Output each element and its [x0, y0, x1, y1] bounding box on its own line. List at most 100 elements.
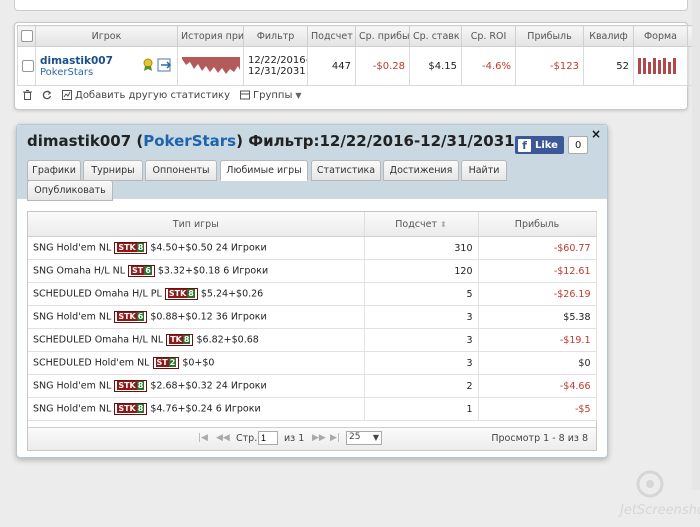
first-page-icon[interactable]: |◀	[198, 433, 208, 443]
game-detail: $6.82+$0.68	[196, 335, 258, 346]
game-count: 5	[364, 283, 478, 306]
page-size-value: 25	[349, 432, 360, 442]
game-type-cell: SCHEDULED Omaha H/L PL STK8 $5.24+$0.26	[28, 283, 364, 306]
avg-roi-value: -4.6%	[462, 47, 516, 86]
game-profit: $0	[478, 352, 596, 375]
next-page-icon[interactable]: ▶▶	[312, 433, 326, 443]
trash-icon[interactable]	[23, 90, 32, 100]
col-player[interactable]: Игрок	[36, 26, 178, 47]
chevron-down-icon: ▼	[373, 433, 379, 442]
player-cell: dimastik007 PokerStars	[36, 47, 178, 86]
select-all-checkbox[interactable]	[18, 26, 36, 47]
page-size-select[interactable]: 25 ▼	[346, 431, 382, 445]
game-prefix: SCHEDULED Hold'em NL	[33, 358, 149, 369]
watermark-text: JetScreenshot	[617, 503, 700, 518]
col-history[interactable]: История при	[178, 26, 244, 47]
game-prefix: SNG Hold'em NL	[33, 404, 111, 415]
page-of-label: из 1	[284, 433, 304, 444]
grid-header-row: Тип игры Подсчет ⬍ Прибыль	[28, 212, 596, 237]
col-count[interactable]: Подсчет	[308, 26, 356, 47]
add-stat-button[interactable]: Добавить другую статистику	[62, 90, 230, 101]
col-qualif[interactable]: Квалиф	[584, 26, 634, 47]
col-filter[interactable]: Фильтр	[244, 26, 308, 47]
game-count: 3	[364, 329, 478, 352]
game-badge: STK8	[114, 242, 147, 254]
player-name-link[interactable]: dimastik007	[40, 55, 113, 67]
game-detail: $0.88+$0.12 36 Игроки	[150, 312, 266, 323]
refresh-icon[interactable]	[42, 90, 52, 100]
game-profit: -$26.19	[478, 283, 596, 306]
tab-charts[interactable]: Графики	[27, 160, 81, 181]
prev-page-icon[interactable]: ◀◀	[216, 433, 230, 443]
game-row[interactable]: SNG Hold'em NL STK8 $4.76+$0.24 6 Игроки…	[28, 398, 596, 421]
player-site-link[interactable]: PokerStars	[40, 67, 113, 78]
groups-dropdown[interactable]: Группы ▼	[240, 90, 302, 101]
page-label: Стр.	[236, 433, 257, 444]
fb-like-button[interactable]: f Like	[515, 136, 564, 154]
player-stats-table: Игрок История при Фильтр Подсчет Ср. при…	[17, 25, 700, 86]
add-stat-label: Добавить другую статистику	[75, 90, 230, 101]
groups-icon	[240, 90, 250, 100]
dialog-player-name: dimastik007	[27, 132, 131, 150]
col-game-profit[interactable]: Прибыль	[478, 212, 596, 237]
game-count: 3	[364, 352, 478, 375]
col-game-count[interactable]: Подсчет ⬍	[364, 212, 478, 237]
game-profit: -$5	[478, 398, 596, 421]
col-avg-stake[interactable]: Ср. ставк	[410, 26, 462, 47]
game-badge: STK8	[114, 403, 147, 415]
game-badge: STK6	[114, 311, 147, 323]
game-row[interactable]: SCHEDULED Omaha H/L PL STK8 $5.24+$0.265…	[28, 283, 596, 306]
game-prefix: SNG Omaha H/L NL	[33, 266, 125, 277]
game-detail: $5.24+$0.26	[201, 289, 263, 300]
col-game-type[interactable]: Тип игры	[28, 212, 364, 237]
player-toolbar: Добавить другую статистику Группы ▼	[17, 85, 685, 105]
award-icon[interactable]	[142, 58, 154, 75]
game-row[interactable]: SCHEDULED Omaha H/L NL TK8 $6.82+$0.683-…	[28, 329, 596, 352]
game-type-cell: SNG Hold'em NL STK6 $0.88+$0.12 36 Игрок…	[28, 306, 364, 329]
col-form[interactable]: Форма	[634, 26, 688, 47]
form-bars	[634, 47, 688, 86]
tab-opponents[interactable]: Оппоненты	[145, 160, 217, 181]
game-count: 1	[364, 398, 478, 421]
game-prefix: SCHEDULED Omaha H/L NL	[33, 335, 163, 346]
watermark-logo: JetScreenshot	[596, 470, 700, 524]
game-row[interactable]: SNG Hold'em NL STK6 $0.88+$0.12 36 Игрок…	[28, 306, 596, 329]
avg-stake-value: $4.15	[410, 47, 462, 86]
page-input[interactable]	[258, 431, 278, 445]
row-checkbox[interactable]	[18, 47, 36, 86]
game-type-cell: SNG Hold'em NL STK8 $4.76+$0.24 6 Игроки	[28, 398, 364, 421]
col-game-count-label: Подсчет	[395, 219, 437, 230]
game-row[interactable]: SCHEDULED Hold'em NL ST2 $0+$03$0	[28, 352, 596, 375]
game-profit: $5.38	[478, 306, 596, 329]
facebook-icon: f	[518, 139, 531, 152]
last-page-icon[interactable]: ▶|	[330, 433, 340, 443]
history-sparkline[interactable]	[178, 47, 244, 86]
col-avg-roi[interactable]: Ср. ROI	[462, 26, 516, 47]
game-badge: STK8	[165, 288, 198, 300]
tab-statistics[interactable]: Статистика	[311, 160, 381, 181]
game-detail: $4.50+$0.50 24 Игроки	[150, 243, 266, 254]
tab-publish[interactable]: Опубликовать	[27, 180, 113, 201]
filter-end: 12/31/2031	[248, 66, 303, 77]
dialog-site-link[interactable]: PokerStars	[143, 132, 236, 150]
tab-find[interactable]: Найти	[461, 160, 507, 181]
game-row[interactable]: SNG Omaha H/L NL ST6 $3.32+$0.18 6 Игрок…	[28, 260, 596, 283]
col-avg-profit[interactable]: Ср. прибы	[356, 26, 410, 47]
games-table: Тип игры Подсчет ⬍ Прибыль SNG Hold'em N…	[28, 212, 597, 421]
groups-label: Группы	[253, 90, 292, 101]
tab-achievements[interactable]: Достижения	[383, 160, 459, 181]
facebook-like[interactable]: f Like 0	[515, 136, 588, 154]
tab-tournaments[interactable]: Турниры	[83, 160, 143, 181]
filter-start: 12/22/2016-	[248, 55, 303, 66]
player-row[interactable]: dimastik007 PokerStars	[18, 47, 700, 86]
header-row: Игрок История при Фильтр Подсчет Ср. при…	[18, 26, 700, 47]
game-row[interactable]: SNG Hold'em NL STK8 $2.68+$0.32 24 Игрок…	[28, 375, 596, 398]
close-icon[interactable]: ×	[591, 127, 601, 141]
col-profit[interactable]: Прибыль	[516, 26, 584, 47]
page-scrollbar[interactable]	[692, 0, 700, 490]
game-row[interactable]: SNG Hold'em NL STK8 $4.50+$0.50 24 Игрок…	[28, 237, 596, 260]
export-icon[interactable]	[157, 58, 173, 75]
tab-favorite-games[interactable]: Любимые игры	[220, 160, 308, 181]
avg-profit-value: -$0.28	[356, 47, 410, 86]
game-type-cell: SCHEDULED Hold'em NL ST2 $0+$0	[28, 352, 364, 375]
